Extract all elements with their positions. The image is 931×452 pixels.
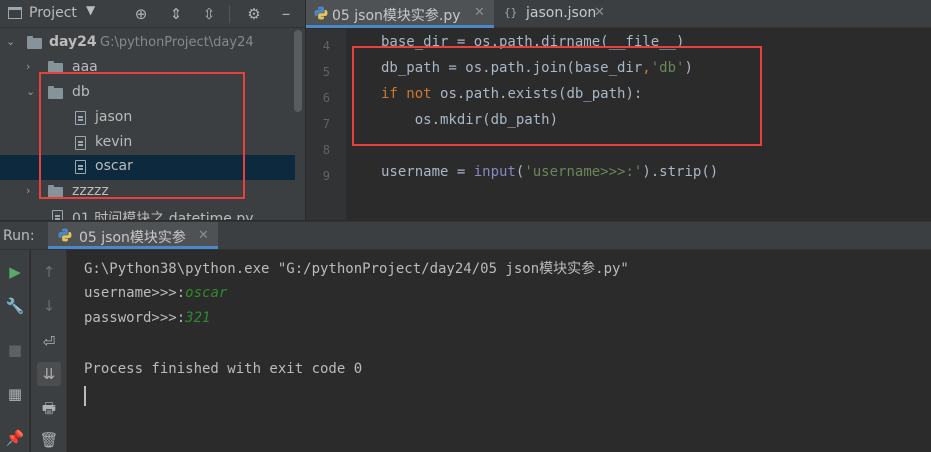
folder-icon: [27, 36, 42, 49]
soft-wrap-icon[interactable]: ⏎: [37, 330, 61, 354]
arrow-up-icon[interactable]: ↑: [37, 260, 61, 284]
run-tab-label: 05 json模块实参: [79, 230, 186, 246]
chevron-down-icon[interactable]: ⌄: [26, 85, 35, 98]
chevron-right-icon[interactable]: ›: [26, 60, 30, 73]
chevron-down-icon[interactable]: ⌄: [6, 35, 15, 48]
chevron-down-icon[interactable]: ▼: [86, 3, 95, 17]
tree-item-path: G:\pythonProject\day24: [100, 35, 254, 50]
close-icon[interactable]: ✕: [198, 228, 209, 243]
code-text: ).strip(): [642, 164, 719, 180]
run-panel-header: Run: 05 json模块实参 ✕: [0, 221, 931, 250]
run-label: Run:: [3, 228, 35, 244]
run-console[interactable]: G:\Python38\python.exe "G:/pythonProject…: [68, 250, 931, 452]
project-view-selector[interactable]: Project: [29, 5, 77, 21]
line-number: 4: [322, 39, 330, 53]
project-panel: Project ▼ ⊕ ⇕ ⇳ ⚙ – ⌄ day24 G:\pythonPro…: [0, 0, 305, 220]
tree-scrollbar[interactable]: [294, 30, 302, 112]
chevron-right-icon[interactable]: ›: [26, 184, 30, 197]
layout-icon[interactable]: ▦: [3, 382, 27, 406]
code-line-9: username = input('username>>>:').strip(): [381, 164, 718, 180]
line-number: 5: [322, 65, 330, 79]
print-icon[interactable]: 🖶: [37, 396, 61, 420]
console-exit-message: Process finished with exit code 0: [84, 361, 363, 377]
minimize-panel-icon[interactable]: –: [276, 4, 296, 24]
python-icon: [314, 6, 328, 20]
project-toolbar: Project ▼ ⊕ ⇕ ⇳ ⚙ –: [0, 0, 305, 28]
tree-item-datetime-py[interactable]: 01 时间模块之 datetime.py: [0, 205, 295, 220]
stop-icon[interactable]: ■: [3, 338, 27, 362]
tree-item-label: 01 时间模块之 datetime.py: [72, 211, 254, 220]
expand-all-icon[interactable]: ⇕: [166, 4, 186, 24]
trash-icon[interactable]: 🗑: [37, 428, 61, 452]
line-number: 8: [322, 143, 330, 157]
line-number: 6: [322, 91, 330, 105]
text-cursor: [84, 386, 86, 406]
code-builtin: input: [473, 164, 516, 180]
run-toolbar-secondary: ↑ ↓ ⏎ ⇊ 🖶 🗑: [31, 250, 67, 452]
console-user-input: oscar: [185, 285, 228, 301]
python-file-icon: [52, 210, 63, 220]
line-number: 9: [322, 169, 330, 183]
python-icon: [58, 228, 72, 242]
json-file-icon: {}: [504, 6, 518, 19]
tree-item-day24[interactable]: ⌄ day24 G:\pythonProject\day24: [0, 31, 295, 56]
highlight-box-code: [352, 46, 762, 146]
scroll-to-end-icon[interactable]: ⇊: [37, 362, 61, 386]
pin-icon[interactable]: 📌: [3, 426, 27, 450]
tab-05-json[interactable]: 05 json模块实参.py ✕: [306, 0, 494, 28]
arrow-down-icon[interactable]: ↓: [37, 294, 61, 318]
wrench-icon[interactable]: 🔧: [3, 294, 27, 318]
close-icon[interactable]: ✕: [594, 5, 605, 20]
rerun-icon[interactable]: ▶: [3, 260, 27, 284]
project-window-icon: [8, 7, 22, 19]
console-prompt: username>>>:: [84, 285, 186, 301]
gear-icon[interactable]: ⚙: [244, 4, 264, 24]
line-number-gutter: 4 5 6 7 8 9: [306, 29, 346, 220]
tab-label: 05 json模块实参.py: [332, 8, 461, 24]
tab-label: jason.json: [526, 5, 597, 21]
editor-tab-bar: 05 json模块实参.py ✕ {} jason.json ✕: [306, 0, 931, 28]
console-prompt: password>>>:: [84, 310, 186, 326]
code-string: 'username>>>:': [524, 164, 643, 180]
console-username-line: username>>>:oscar: [84, 285, 227, 301]
line-number: 7: [322, 117, 330, 131]
editor-area: 05 json模块实参.py ✕ {} jason.json ✕ 4 5 6 7…: [306, 0, 931, 220]
run-toolbar-primary: ▶ 🔧 ■ ▦ 📌: [0, 250, 30, 452]
code-text: username =: [381, 164, 474, 180]
run-tab[interactable]: 05 json模块实参 ✕: [48, 222, 218, 249]
highlight-box-db-folder: [39, 72, 245, 199]
collapse-all-icon[interactable]: ⇳: [199, 4, 219, 24]
console-command-line: G:\Python38\python.exe "G:/pythonProject…: [84, 261, 629, 277]
console-password-line: password>>>:321: [84, 310, 210, 326]
console-user-input: 321: [185, 310, 211, 326]
toolbar-divider: [229, 5, 230, 23]
tree-item-label: day24: [49, 34, 97, 50]
locate-target-icon[interactable]: ⊕: [131, 4, 151, 24]
tab-jason-json[interactable]: {} jason.json ✕: [496, 0, 616, 28]
close-icon[interactable]: ✕: [474, 5, 485, 20]
